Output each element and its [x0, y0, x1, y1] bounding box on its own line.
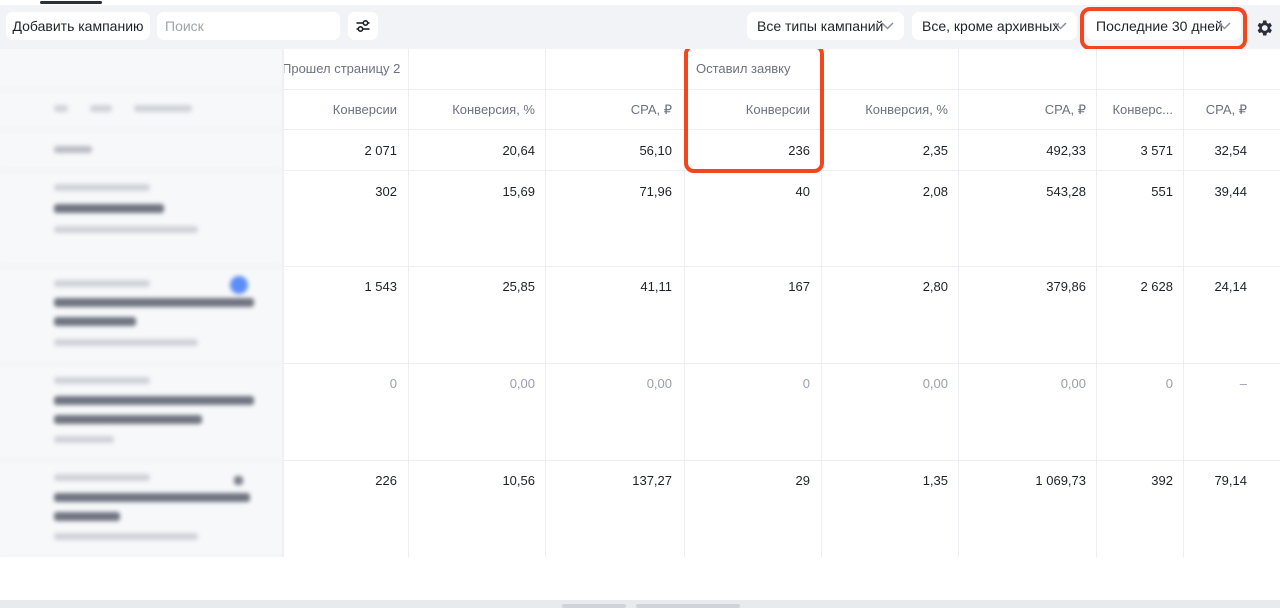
table-cell: 379,86: [1046, 279, 1086, 294]
add-campaign-button[interactable]: Добавить кампанию: [6, 12, 150, 40]
totals-cell: 492,33: [1046, 143, 1086, 158]
status-filter-label: Все, кроме архивных: [922, 18, 1060, 34]
table-cell: 71,96: [639, 184, 672, 199]
table-cell: 39,44: [1214, 184, 1247, 199]
search-input[interactable]: [157, 12, 340, 40]
table-cell: 10,56: [502, 473, 535, 488]
table-cell: 1 069,73: [1035, 473, 1086, 488]
status-filter-dropdown[interactable]: Все, кроме архивных: [912, 12, 1077, 40]
table-cell: 2,80: [922, 279, 948, 294]
gear-icon[interactable]: [1254, 18, 1274, 38]
column-header[interactable]: Конверсии: [333, 102, 397, 117]
totals-cell: 32,54: [1214, 143, 1247, 158]
bottom-tab-indicator: [636, 604, 740, 608]
table-cell: 2 628: [1140, 279, 1173, 294]
frozen-campaign-row[interactable]: [0, 170, 282, 267]
totals-cell: 3 571: [1140, 143, 1173, 158]
period-highlight-annotation: [1080, 7, 1247, 50]
frozen-column-header: [0, 89, 282, 130]
campaign-types-dropdown[interactable]: Все типы кампаний: [747, 12, 904, 40]
table-cell: 40: [795, 184, 810, 199]
sliders-icon: [356, 19, 370, 33]
campaign-names-column-blurred: [0, 49, 284, 557]
table-cell: 41,11: [640, 279, 672, 294]
table-cell: 167: [788, 279, 810, 294]
table-cell: 29: [795, 473, 810, 488]
filter-settings-button[interactable]: [348, 12, 378, 40]
frozen-campaign-row[interactable]: [0, 266, 282, 364]
chevron-down-icon: [1054, 22, 1067, 30]
totals-cell: 56,10: [639, 143, 672, 158]
table-cell: 24,14: [1214, 279, 1247, 294]
table-cell: 0: [1165, 376, 1173, 391]
table-cell: 15,69: [502, 184, 535, 199]
totals-cell: 20,64: [502, 143, 535, 158]
table-cell: 0,00: [646, 376, 672, 391]
table-cell: 226: [375, 473, 397, 488]
table-cell: 79,14: [1214, 473, 1247, 488]
frozen-totals-row: [0, 129, 282, 171]
active-tab-indicator: [40, 1, 102, 4]
frozen-group-header: [0, 49, 282, 90]
table-cell: 392: [1151, 473, 1173, 488]
bottom-tab-indicator: [562, 604, 626, 608]
application-column-highlight-annotation: [684, 49, 824, 173]
table-cell: 551: [1151, 184, 1173, 199]
group-header-page2: Прошел страницу 2: [282, 61, 401, 76]
campaigns-toolbar: Добавить кампанию Все типы кампаний Все,…: [0, 5, 1280, 50]
column-header[interactable]: CPA, ₽: [1045, 102, 1086, 118]
table-cell: –: [1239, 376, 1247, 391]
column-header[interactable]: CPA, ₽: [1206, 102, 1247, 118]
table-cell: 137,27: [632, 473, 672, 488]
frozen-campaign-row[interactable]: [0, 363, 282, 461]
column-header[interactable]: Конверсия, %: [865, 102, 948, 117]
column-header[interactable]: Конверс...: [1112, 102, 1173, 117]
table-cell: 1 543: [364, 279, 397, 294]
table-cell: 0,00: [509, 376, 535, 391]
bottom-panel: [0, 557, 1280, 608]
table-cell: 302: [375, 184, 397, 199]
chevron-down-icon: [881, 22, 894, 30]
table-cell: 0,00: [1060, 376, 1086, 391]
totals-cell: 2 071: [364, 143, 397, 158]
table-cell: 2,08: [922, 184, 948, 199]
column-header[interactable]: Конверсия, %: [452, 102, 535, 117]
table-cell: 543,28: [1046, 184, 1086, 199]
totals-cell: 2,35: [922, 143, 948, 158]
campaign-types-label: Все типы кампаний: [757, 18, 884, 34]
table-cell: 0: [389, 376, 397, 391]
campaigns-table: Прошел страницу 2 Оставил заявку Конверс…: [0, 49, 1280, 557]
table-cell: 25,85: [502, 279, 535, 294]
table-cell: 0,00: [922, 376, 948, 391]
table-cell: 1,35: [922, 473, 948, 488]
column-header[interactable]: CPA, ₽: [631, 102, 672, 118]
table-cell: 0: [802, 376, 810, 391]
frozen-campaign-row[interactable]: [0, 460, 282, 557]
